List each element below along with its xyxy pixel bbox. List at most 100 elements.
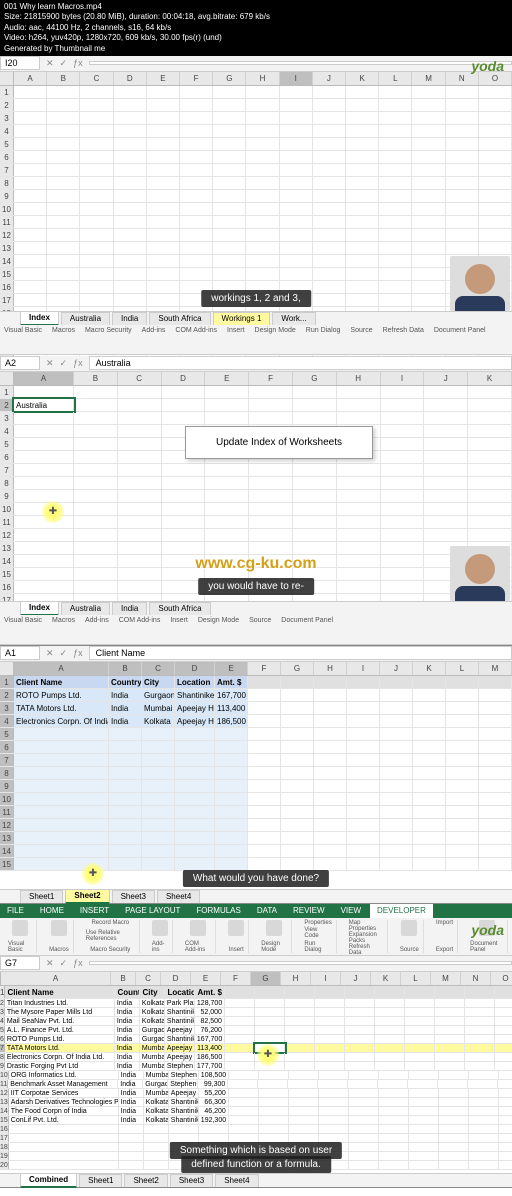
row-header[interactable]: 5 — [0, 438, 14, 450]
row-header[interactable]: 7 — [0, 164, 14, 176]
cell[interactable] — [118, 542, 162, 554]
cell[interactable] — [380, 858, 413, 870]
cell[interactable] — [246, 112, 279, 124]
cell[interactable] — [215, 741, 248, 753]
cell[interactable] — [380, 819, 413, 831]
cell[interactable]: 55,200 — [199, 1089, 229, 1097]
cell[interactable] — [175, 845, 215, 857]
cell[interactable] — [289, 1125, 319, 1133]
cell[interactable] — [479, 242, 512, 254]
cell[interactable] — [249, 399, 293, 411]
cancel-icon[interactable]: ✕ — [46, 58, 54, 69]
cell[interactable] — [114, 255, 147, 267]
cell[interactable] — [315, 1008, 345, 1016]
cell[interactable] — [246, 138, 279, 150]
cell[interactable] — [499, 1125, 512, 1133]
table-col-header[interactable]: City — [140, 986, 165, 998]
cell[interactable] — [47, 164, 80, 176]
ribbon-macros[interactable]: Macros — [52, 327, 75, 334]
cell[interactable] — [439, 1098, 469, 1106]
cell[interactable] — [47, 242, 80, 254]
cell[interactable] — [347, 819, 380, 831]
cell[interactable] — [379, 190, 412, 202]
cell[interactable] — [435, 1053, 465, 1061]
row-header[interactable]: 13 — [0, 542, 14, 554]
cell[interactable]: A.L. Finance Pvt. Ltd. — [5, 1026, 115, 1034]
cell[interactable] — [346, 177, 379, 189]
cell[interactable] — [114, 294, 147, 306]
enter-icon[interactable]: ✓ — [60, 958, 68, 969]
cell[interactable] — [412, 242, 445, 254]
cell[interactable] — [14, 99, 47, 111]
cell[interactable] — [347, 780, 380, 792]
cell[interactable] — [280, 125, 313, 137]
cell[interactable] — [249, 477, 293, 489]
cell[interactable] — [499, 1143, 512, 1151]
cell[interactable] — [424, 399, 468, 411]
tab-home[interactable]: HOME — [33, 904, 71, 918]
col-header[interactable]: H — [337, 372, 381, 385]
cell[interactable]: Apeejay House — [175, 702, 215, 714]
cell[interactable] — [315, 1026, 345, 1034]
cell[interactable] — [465, 1062, 495, 1070]
cell[interactable] — [280, 151, 313, 163]
cell[interactable] — [465, 999, 495, 1007]
cell[interactable] — [205, 464, 249, 476]
cell[interactable] — [175, 806, 215, 818]
cell[interactable] — [346, 138, 379, 150]
cell[interactable] — [405, 1053, 435, 1061]
table-col-header[interactable] — [314, 676, 347, 688]
formula-input[interactable]: Australia — [89, 356, 512, 370]
cell[interactable] — [469, 1161, 499, 1169]
cell[interactable] — [412, 190, 445, 202]
cell[interactable] — [109, 754, 142, 766]
cell[interactable] — [405, 1035, 435, 1043]
cell[interactable] — [413, 793, 446, 805]
cell[interactable] — [225, 1062, 255, 1070]
cell[interactable] — [337, 529, 381, 541]
cell[interactable]: 82,500 — [195, 1017, 225, 1025]
cell[interactable] — [246, 190, 279, 202]
cell[interactable] — [314, 832, 347, 844]
sheet-tab[interactable]: India — [112, 602, 147, 615]
col-header[interactable]: C — [118, 372, 162, 385]
sheet-tab[interactable]: South Africa — [149, 602, 210, 615]
cell[interactable] — [280, 268, 313, 280]
cell[interactable] — [413, 702, 446, 714]
row-header[interactable]: 13 — [0, 1098, 9, 1106]
row-header[interactable]: 1 — [0, 86, 14, 98]
cell[interactable] — [375, 999, 405, 1007]
cell[interactable] — [412, 203, 445, 215]
cell[interactable] — [248, 728, 281, 740]
cell[interactable] — [109, 819, 142, 831]
cell[interactable] — [319, 1071, 349, 1079]
cell[interactable] — [380, 832, 413, 844]
cell[interactable] — [47, 216, 80, 228]
cell[interactable] — [142, 728, 175, 740]
cell[interactable] — [142, 741, 175, 753]
cell[interactable] — [142, 819, 175, 831]
formula-input[interactable] — [89, 961, 512, 965]
col-header[interactable]: O — [491, 972, 512, 985]
cell[interactable] — [346, 268, 379, 280]
spreadsheet-grid[interactable]: 1Client NameCountryCityLocationAmt. $2RO… — [0, 676, 512, 871]
cell[interactable] — [405, 999, 435, 1007]
cell[interactable]: 192,300 — [199, 1116, 229, 1124]
cell[interactable] — [142, 832, 175, 844]
cell[interactable] — [315, 1044, 345, 1052]
row-header[interactable]: 19 — [0, 1152, 9, 1160]
cell[interactable] — [205, 516, 249, 528]
col-header[interactable]: M — [479, 662, 512, 675]
cell[interactable] — [9, 1161, 119, 1169]
cell[interactable] — [285, 1044, 315, 1052]
cell[interactable] — [248, 767, 281, 779]
cell[interactable] — [180, 190, 213, 202]
cell[interactable] — [80, 86, 113, 98]
cell[interactable] — [47, 203, 80, 215]
table-col-header[interactable] — [255, 986, 285, 998]
design-mode-icon[interactable] — [266, 920, 282, 936]
cell[interactable] — [80, 138, 113, 150]
cell[interactable] — [14, 555, 74, 567]
cell[interactable] — [281, 767, 314, 779]
cell[interactable] — [495, 1035, 512, 1043]
